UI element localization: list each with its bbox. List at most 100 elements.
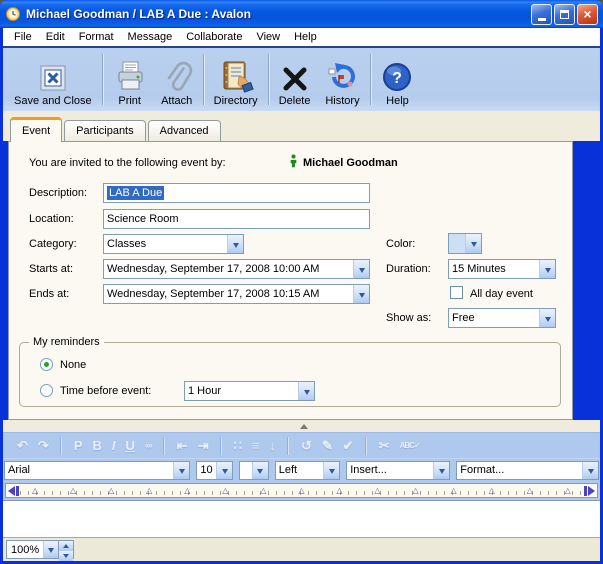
invited-by-label: You are invited to the following event b… bbox=[29, 157, 226, 169]
bold-icon[interactable]: B bbox=[92, 438, 101, 453]
minimize-button[interactable] bbox=[531, 4, 552, 25]
font-size-select[interactable]: 10 bbox=[196, 461, 233, 480]
font-family-select[interactable]: Arial bbox=[4, 461, 190, 480]
category-label: Category: bbox=[29, 238, 77, 250]
attach-button[interactable]: Attach bbox=[154, 50, 200, 109]
bullet-list-icon[interactable]: ∷ bbox=[234, 438, 242, 454]
tabstop-icon[interactable]: △ bbox=[70, 486, 76, 495]
rotate-icon[interactable]: ↺ bbox=[301, 438, 312, 454]
category-select[interactable]: Classes bbox=[103, 234, 244, 254]
history-label: History bbox=[325, 95, 359, 107]
menu-edit[interactable]: Edit bbox=[39, 31, 72, 43]
move-down-icon[interactable]: ↓ bbox=[269, 438, 276, 453]
tabstop-icon[interactable]: △ bbox=[336, 486, 342, 495]
menu-view[interactable]: View bbox=[249, 31, 287, 43]
tabstop-icon[interactable]: △ bbox=[298, 486, 304, 495]
spinner-up-icon[interactable] bbox=[59, 541, 73, 551]
menu-collaborate[interactable]: Collaborate bbox=[179, 31, 249, 43]
description-label: Description: bbox=[29, 187, 87, 199]
font-color-select[interactable] bbox=[239, 461, 269, 480]
reminder-time-radio[interactable] bbox=[40, 384, 53, 397]
toolbar-separator bbox=[102, 54, 103, 105]
tabstop-icon[interactable]: △ bbox=[222, 486, 228, 495]
pane-splitter[interactable] bbox=[3, 420, 600, 432]
insert-select[interactable]: Insert... bbox=[346, 461, 450, 480]
tabstop-icon[interactable]: △ bbox=[374, 486, 380, 495]
undo-icon[interactable]: ↶ bbox=[17, 438, 28, 454]
description-value: LAB A Due bbox=[107, 186, 164, 200]
color-select[interactable] bbox=[448, 233, 482, 254]
chevron-down-icon[interactable] bbox=[43, 541, 58, 558]
italic-icon[interactable]: I bbox=[112, 438, 116, 453]
indent-decrease-icon[interactable]: ⇤ bbox=[177, 438, 188, 454]
check-icon[interactable]: ✔ bbox=[343, 438, 354, 454]
duration-label: Duration: bbox=[386, 263, 431, 275]
redo-icon[interactable]: ↷ bbox=[38, 438, 49, 454]
splitter-collapse-icon[interactable] bbox=[300, 424, 308, 429]
help-button[interactable]: ? Help bbox=[374, 50, 420, 109]
tabstop-icon[interactable]: △ bbox=[527, 486, 533, 495]
quote-icon[interactable]: «» bbox=[145, 441, 152, 450]
save-and-close-button[interactable]: Save and Close bbox=[7, 50, 99, 109]
plain-text-icon[interactable]: P bbox=[74, 438, 83, 453]
ruler-tabstops: △ △ △ △ △ △ △ △ △ △ △ △ △ △ △ bbox=[32, 486, 571, 495]
tabstop-icon[interactable]: △ bbox=[146, 486, 152, 495]
titlebar[interactable]: Michael Goodman / LAB A Due : Avalon × bbox=[0, 0, 603, 28]
tab-advanced[interactable]: Advanced bbox=[148, 120, 221, 141]
chevron-down-icon bbox=[539, 309, 555, 327]
tabstop-icon[interactable]: △ bbox=[32, 486, 38, 495]
list-icon[interactable]: ≡ bbox=[252, 438, 260, 453]
ruler-left-margin-marker[interactable] bbox=[8, 486, 20, 496]
tabstop-icon[interactable]: △ bbox=[412, 486, 418, 495]
ruler-right-margin-marker[interactable] bbox=[583, 486, 595, 496]
print-icon bbox=[113, 55, 147, 93]
chevron-down-icon bbox=[323, 462, 339, 479]
location-input[interactable]: Science Room bbox=[103, 209, 370, 229]
tabstop-icon[interactable]: △ bbox=[108, 486, 114, 495]
organizer-person-icon bbox=[289, 154, 298, 171]
close-button[interactable]: × bbox=[577, 4, 598, 25]
duration-select[interactable]: 15 Minutes bbox=[448, 259, 556, 279]
starts-at-label: Starts at: bbox=[29, 263, 73, 275]
reminder-none-radio[interactable] bbox=[40, 358, 53, 371]
pencil-icon[interactable]: ✎ bbox=[322, 438, 333, 454]
tab-event[interactable]: Event bbox=[10, 117, 62, 142]
save-and-close-icon bbox=[38, 55, 68, 93]
all-day-checkbox[interactable] bbox=[450, 286, 463, 299]
tab-participants[interactable]: Participants bbox=[64, 120, 145, 141]
description-input[interactable]: LAB A Due bbox=[103, 183, 370, 203]
find-replace-icon[interactable]: ✂ bbox=[379, 438, 390, 454]
show-as-select[interactable]: Free bbox=[448, 308, 556, 328]
spellcheck-icon[interactable]: ABC✓ bbox=[400, 441, 420, 450]
history-icon bbox=[324, 55, 360, 93]
ends-at-select[interactable]: Wednesday, September 17, 2008 10:15 AM bbox=[103, 284, 370, 304]
zoom-spinner[interactable] bbox=[59, 540, 74, 559]
directory-button[interactable]: Directory bbox=[207, 50, 265, 109]
print-button[interactable]: Print bbox=[106, 50, 154, 109]
color-label: Color: bbox=[386, 238, 415, 250]
tabstop-icon[interactable]: △ bbox=[565, 486, 571, 495]
format-select[interactable]: Format... bbox=[456, 461, 599, 480]
indent-increase-icon[interactable]: ⇥ bbox=[198, 438, 209, 454]
tabstop-icon[interactable]: △ bbox=[184, 486, 190, 495]
reminder-time-select[interactable]: 1 Hour bbox=[184, 381, 315, 401]
menu-file[interactable]: File bbox=[7, 31, 39, 43]
spinner-down-icon[interactable] bbox=[59, 551, 73, 561]
starts-at-select[interactable]: Wednesday, September 17, 2008 10:00 AM bbox=[103, 259, 370, 279]
menu-format[interactable]: Format bbox=[72, 31, 121, 43]
history-button[interactable]: History bbox=[317, 50, 367, 109]
ends-at-label: Ends at: bbox=[29, 288, 69, 300]
menu-help[interactable]: Help bbox=[287, 31, 324, 43]
delete-button[interactable]: Delete bbox=[272, 50, 318, 109]
menu-message[interactable]: Message bbox=[121, 31, 180, 43]
tabstop-icon[interactable]: △ bbox=[451, 486, 457, 495]
maximize-button[interactable] bbox=[554, 4, 575, 25]
underline-icon[interactable]: U bbox=[126, 438, 135, 453]
tabstop-icon[interactable]: △ bbox=[260, 486, 266, 495]
location-value: Science Room bbox=[107, 213, 179, 225]
zoom-control[interactable]: 100% bbox=[6, 540, 59, 559]
alignment-select[interactable]: Left bbox=[275, 461, 340, 480]
menubar: File Edit Format Message Collaborate Vie… bbox=[3, 28, 600, 46]
tabstop-icon[interactable]: △ bbox=[489, 486, 495, 495]
message-body-area[interactable] bbox=[3, 500, 600, 537]
